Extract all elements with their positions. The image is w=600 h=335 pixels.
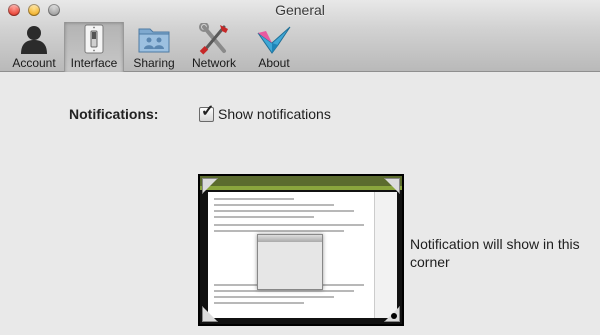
paper-crane-icon bbox=[257, 26, 291, 54]
window-title: General bbox=[275, 2, 325, 18]
preview-toolbar bbox=[200, 186, 402, 190]
window-chrome: General Account Interface Sharing Networ… bbox=[0, 0, 600, 72]
selected-corner-indicator bbox=[391, 313, 397, 319]
corner-description: Notification will show in this corner bbox=[410, 236, 580, 270]
notifications-label: Notifications: bbox=[69, 106, 159, 122]
toolbar-item-network[interactable]: Network bbox=[184, 22, 244, 72]
toolbar-item-label: Interface bbox=[70, 56, 118, 70]
switch-panel-icon bbox=[84, 24, 104, 54]
toolbar-item-account[interactable]: Account bbox=[4, 22, 64, 72]
toolbar-item-label: Sharing bbox=[133, 56, 175, 70]
shared-folder-icon bbox=[138, 28, 170, 53]
toolbar-item-sharing[interactable]: Sharing bbox=[124, 22, 184, 72]
notification-position-preview[interactable] bbox=[198, 174, 404, 326]
show-notifications-checkbox[interactable]: ✓ Show notifications bbox=[199, 103, 331, 122]
checkbox-label: Show notifications bbox=[218, 106, 331, 122]
toolbar-item-about[interactable]: About bbox=[244, 22, 304, 72]
toolbar-item-interface[interactable]: Interface bbox=[64, 22, 124, 72]
tools-icon bbox=[199, 23, 228, 55]
preview-sidebar bbox=[374, 192, 397, 318]
checkmark-icon: ✓ bbox=[201, 102, 215, 120]
toolbar-item-label: Network bbox=[191, 56, 236, 70]
preview-window bbox=[257, 234, 323, 290]
user-silhouette-icon bbox=[21, 26, 47, 54]
checkbox[interactable]: ✓ bbox=[199, 103, 214, 122]
preview-menubar bbox=[200, 176, 402, 186]
toolbar-item-label: Account bbox=[12, 56, 56, 70]
toolbar-item-label: About bbox=[258, 56, 290, 70]
preferences-toolbar: Account Interface Sharing Network About bbox=[4, 22, 304, 72]
